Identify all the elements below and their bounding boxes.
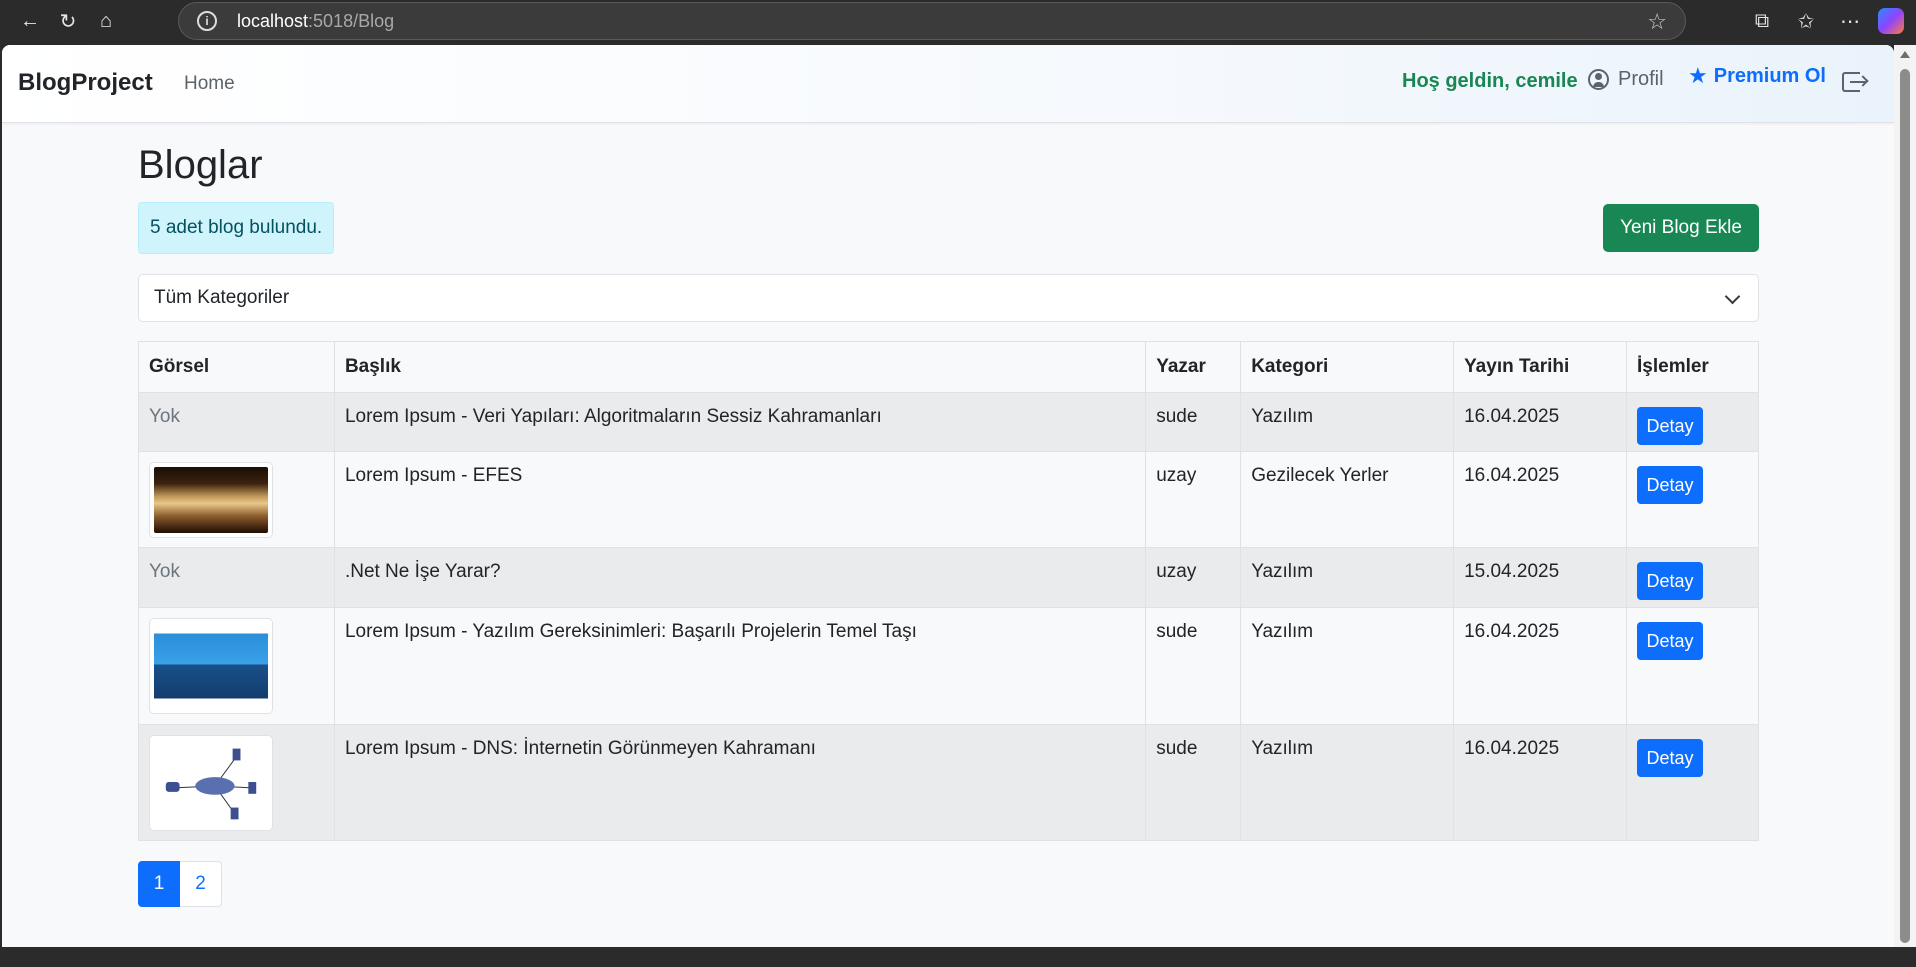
- category-cell: Gezilecek Yerler: [1240, 451, 1455, 548]
- image-cell: [138, 724, 335, 841]
- page-title: Bloglar: [138, 143, 263, 187]
- page-viewport: BlogProject Home Hoş geldin, cemile Prof…: [2, 45, 1894, 947]
- actions-cell: Detay: [1626, 724, 1759, 841]
- profile-label: Profil: [1618, 68, 1664, 90]
- col-header-date: Yayın Tarihi: [1453, 341, 1627, 393]
- favorites-icon: ✩: [1797, 10, 1815, 33]
- blog-thumbnail: [149, 618, 273, 714]
- premium-label: Premium Ol: [1713, 64, 1826, 87]
- user-circle-icon: [1588, 69, 1609, 90]
- blog-thumbnail: [149, 735, 273, 831]
- page-link-1[interactable]: 1: [138, 861, 180, 907]
- pagination: 1 2: [138, 861, 222, 907]
- table-header-row: Görsel Başlık Yazar Kategori Yayın Tarih…: [138, 341, 1759, 393]
- table-row: Lorem Ipsum - Yazılım Gereksinimleri: Ba…: [138, 607, 1759, 725]
- welcome-text: Hoş geldin, cemile: [1402, 70, 1578, 92]
- table-row: Lorem Ipsum - EFES uzay Gezilecek Yerler…: [138, 451, 1759, 548]
- col-header-author: Yazar: [1145, 341, 1242, 393]
- date-cell: 15.04.2025: [1453, 547, 1627, 608]
- image-cell: [138, 451, 335, 548]
- star-outline-icon[interactable]: ☆: [1647, 9, 1667, 35]
- title-cell: Lorem Ipsum - DNS: İnternetin Görünmeyen…: [333, 724, 1147, 841]
- col-header-actions: İşlemler: [1626, 341, 1759, 393]
- category-select-value: Tüm Kategoriler: [154, 287, 290, 308]
- scrollbar[interactable]: [1894, 45, 1916, 947]
- date-cell: 16.04.2025: [1453, 451, 1627, 548]
- date-cell: 16.04.2025: [1453, 724, 1627, 841]
- logout-icon[interactable]: [1842, 70, 1869, 94]
- author-cell: sude: [1145, 724, 1242, 841]
- new-blog-button[interactable]: Yeni Blog Ekle: [1603, 204, 1759, 252]
- image-cell: Yok: [138, 392, 335, 452]
- title-cell: Lorem Ipsum - EFES: [333, 451, 1147, 548]
- category-cell: Yazılım: [1240, 724, 1455, 841]
- refresh-button[interactable]: ↻: [52, 5, 84, 37]
- navbar: BlogProject Home Hoş geldin, cemile Prof…: [2, 45, 1894, 123]
- page-link-2[interactable]: 2: [180, 861, 222, 907]
- url-host: localhost: [237, 10, 309, 31]
- actions-cell: Detay: [1626, 547, 1759, 608]
- scroll-up-icon[interactable]: [1900, 51, 1910, 58]
- actions-cell: Detay: [1626, 392, 1759, 452]
- detail-button[interactable]: Detay: [1637, 466, 1703, 504]
- title-cell: Lorem Ipsum - Veri Yapıları: Algoritmala…: [333, 392, 1147, 452]
- premium-link[interactable]: ★ Premium Ol: [1688, 63, 1826, 89]
- detail-button[interactable]: Detay: [1637, 739, 1703, 777]
- title-cell: Lorem Ipsum - Yazılım Gereksinimleri: Ba…: [333, 607, 1147, 725]
- category-select[interactable]: Tüm Kategoriler: [138, 274, 1759, 322]
- arrow-left-icon: ←: [20, 9, 40, 32]
- no-image-text: Yok: [149, 406, 180, 427]
- more-button[interactable]: ⋯: [1828, 5, 1872, 37]
- category-cell: Yazılım: [1240, 392, 1455, 452]
- star-icon: ★: [1688, 63, 1708, 88]
- window-bottom-edge: [0, 947, 1916, 967]
- actions-cell: Detay: [1626, 607, 1759, 725]
- image-cell: Yok: [138, 547, 335, 608]
- category-cell: Yazılım: [1240, 547, 1455, 608]
- extensions-button[interactable]: ⧉: [1740, 5, 1784, 37]
- author-cell: sude: [1145, 392, 1242, 452]
- detail-button[interactable]: Detay: [1637, 562, 1703, 600]
- nav-home-link[interactable]: Home: [184, 73, 235, 95]
- url-path: :5018/Blog: [308, 10, 395, 31]
- blog-count-alert: 5 adet blog bulundu.: [138, 202, 335, 254]
- blog-table: Görsel Başlık Yazar Kategori Yayın Tarih…: [138, 341, 1759, 841]
- col-header-category: Kategori: [1240, 341, 1455, 393]
- author-cell: uzay: [1145, 547, 1242, 608]
- address-bar[interactable]: i localhost:5018/Blog ☆: [178, 2, 1686, 40]
- author-cell: sude: [1145, 607, 1242, 725]
- info-icon[interactable]: i: [197, 11, 217, 31]
- brand-link[interactable]: BlogProject: [18, 69, 153, 97]
- favorites-button[interactable]: ✩: [1784, 5, 1828, 37]
- table-row: Yok Lorem Ipsum - Veri Yapıları: Algorit…: [138, 392, 1759, 452]
- table-row: Yok .Net Ne İşe Yarar? uzay Yazılım 15.0…: [138, 547, 1759, 608]
- date-cell: 16.04.2025: [1453, 607, 1627, 725]
- puzzle-icon: ⧉: [1754, 9, 1770, 32]
- no-image-text: Yok: [149, 561, 180, 582]
- url-text[interactable]: localhost:5018/Blog: [237, 11, 394, 32]
- copilot-icon[interactable]: [1878, 8, 1904, 34]
- scrollbar-thumb[interactable]: [1900, 69, 1910, 943]
- home-button[interactable]: ⌂: [90, 5, 122, 37]
- refresh-icon: ↻: [59, 10, 77, 33]
- chevron-down-icon: [1724, 288, 1741, 305]
- col-header-title: Başlık: [333, 341, 1147, 393]
- date-cell: 16.04.2025: [1453, 392, 1627, 452]
- author-cell: uzay: [1145, 451, 1242, 548]
- blog-thumbnail: [149, 462, 273, 538]
- image-cell: [138, 607, 335, 725]
- detail-button[interactable]: Detay: [1637, 407, 1703, 445]
- back-button[interactable]: ←: [14, 5, 46, 37]
- category-cell: Yazılım: [1240, 607, 1455, 725]
- dns-diagram-image: [154, 740, 268, 826]
- more-icon: ⋯: [1840, 10, 1860, 33]
- actions-cell: Detay: [1626, 451, 1759, 548]
- table-row: Lorem Ipsum - DNS: İnternetin Görünmeyen…: [138, 724, 1759, 841]
- home-icon: ⌂: [99, 9, 113, 32]
- detail-button[interactable]: Detay: [1637, 622, 1703, 660]
- col-header-image: Görsel: [138, 341, 335, 393]
- profile-link[interactable]: Profil: [1588, 68, 1664, 91]
- browser-toolbar: ← ↻ ⌂ i localhost:5018/Blog ☆ ⧉ ✩ ⋯: [0, 0, 1916, 42]
- title-cell: .Net Ne İşe Yarar?: [333, 547, 1147, 608]
